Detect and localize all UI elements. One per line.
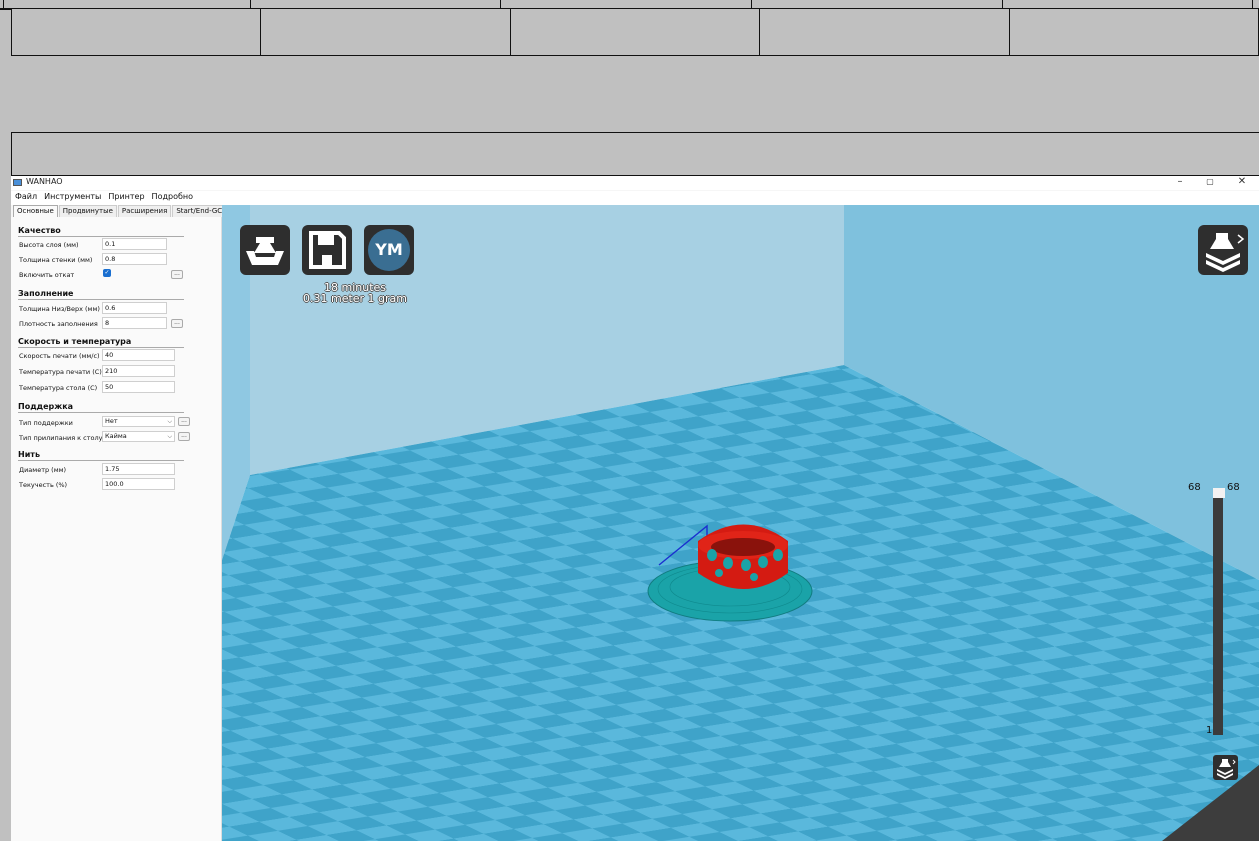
model-hole xyxy=(723,557,733,569)
bed-temp-field[interactable]: 50 xyxy=(102,381,175,393)
frame-cell xyxy=(12,9,262,55)
bottom-top-label: Толщина Низ/Верх (мм) xyxy=(19,305,100,313)
fill-density-field[interactable]: 8 xyxy=(102,317,167,329)
adhesion-value: Кайма xyxy=(105,432,127,440)
model-hole xyxy=(750,573,758,581)
window-title: WANHAO xyxy=(26,177,63,186)
tab-basic[interactable]: Основные xyxy=(13,205,58,217)
layer-slider-handle[interactable] xyxy=(1213,488,1225,498)
bed-temp-label: Температура стола (C) xyxy=(19,384,98,392)
frame-tick xyxy=(1252,0,1253,9)
layer-view-toggle-button[interactable] xyxy=(1213,755,1238,780)
save-icon xyxy=(309,231,346,269)
ym-logo-icon: YM xyxy=(368,229,410,271)
section-divider xyxy=(18,236,184,237)
frame-box xyxy=(11,132,1259,176)
print-speed-label: Скорость печати (мм/с) xyxy=(19,352,100,360)
layer-current-label: 68 xyxy=(1227,482,1240,493)
retraction-more-button[interactable]: ... xyxy=(171,270,183,279)
support-type-label: Тип поддержки xyxy=(19,419,73,427)
section-divider xyxy=(18,412,184,413)
model-hole xyxy=(715,569,723,577)
app-icon xyxy=(13,179,22,186)
support-type-value: Нет xyxy=(105,417,118,425)
diameter-field[interactable]: 1.75 xyxy=(102,463,175,475)
print-viewport[interactable]: YM 18 minutes 0.31 meter 1 gram 68 68 1 xyxy=(222,205,1259,841)
model-hole xyxy=(758,556,768,568)
fill-density-label: Плотность заполнения xyxy=(19,320,98,328)
frame-cell xyxy=(1009,9,1259,55)
adhesion-select[interactable]: Кайма ⌵ xyxy=(102,431,175,442)
layers-icon xyxy=(1217,759,1236,779)
minimize-button[interactable]: – xyxy=(1171,176,1189,188)
chevron-down-icon: ⌵ xyxy=(167,418,172,425)
model-ring-inner xyxy=(711,538,775,556)
outer-frame xyxy=(0,0,1259,176)
print-material: 0.31 meter 1 gram xyxy=(302,292,408,305)
section-divider xyxy=(18,460,184,461)
layer-top-label: 68 xyxy=(1188,482,1201,493)
section-fill-title: Заполнение xyxy=(18,289,74,298)
retraction-checkbox[interactable]: ✓ xyxy=(103,269,111,277)
support-type-select[interactable]: Нет ⌵ xyxy=(102,416,175,427)
menu-printer[interactable]: Принтер xyxy=(108,191,144,204)
flow-label: Текучесть (%) xyxy=(19,481,68,489)
adhesion-more-button[interactable]: ... xyxy=(178,432,190,441)
tab-plugins[interactable]: Расширения xyxy=(117,205,172,217)
frame-tick xyxy=(500,0,501,9)
title-bar: WANHAO – ▢ ✕ xyxy=(11,176,1259,190)
model-hole xyxy=(741,559,751,571)
frame-left-edge xyxy=(0,176,11,841)
support-more-button[interactable]: ... xyxy=(178,417,190,426)
print-temp-field[interactable]: 210 xyxy=(102,365,175,377)
print-temp-label: Температура печати (C) xyxy=(19,368,102,376)
model-hole xyxy=(707,549,717,561)
print-speed-field[interactable]: 40 xyxy=(102,349,175,361)
frame-cell xyxy=(510,9,761,55)
diameter-label: Диаметр (мм) xyxy=(19,466,67,474)
settings-tabs: Основные Продвинутые Расширения Start/En… xyxy=(13,205,240,217)
section-filament-title: Нить xyxy=(18,450,40,459)
retraction-label: Включить откат xyxy=(19,271,75,279)
layer-slider-track[interactable] xyxy=(1213,490,1223,735)
bottom-top-field[interactable]: 0.6 xyxy=(102,302,167,314)
flow-field[interactable]: 100.0 xyxy=(102,478,175,490)
load-model-icon xyxy=(246,237,284,265)
section-speed-title: Скорость и температура xyxy=(18,337,132,346)
model-hole xyxy=(773,549,783,561)
section-support-title: Поддержка xyxy=(18,402,74,411)
chevron-down-icon: ⌵ xyxy=(167,433,172,440)
frame-cells xyxy=(11,9,1259,56)
app-window: WANHAO – ▢ ✕ Файл Инструменты Принтер По… xyxy=(11,176,1259,841)
close-button[interactable]: ✕ xyxy=(1233,176,1251,188)
view-mode-button[interactable] xyxy=(1198,225,1248,275)
section-divider xyxy=(18,299,184,300)
frame-tick xyxy=(3,0,4,9)
wall-thickness-field[interactable]: 0.8 xyxy=(102,253,167,265)
maximize-button[interactable]: ▢ xyxy=(1201,176,1219,188)
frame-cell xyxy=(760,9,1010,55)
layers-view-icon xyxy=(1206,233,1245,272)
frame-tick xyxy=(751,0,752,9)
frame-tick xyxy=(1002,0,1003,9)
frame-cell xyxy=(261,9,511,55)
section-quality-title: Качество xyxy=(18,226,61,235)
layer-bottom-label: 1 xyxy=(1206,725,1213,736)
layer-height-label: Высота слоя (мм) xyxy=(19,241,79,249)
wall-thickness-label: Толщина стенки (мм) xyxy=(19,256,93,264)
frame-tick xyxy=(250,0,251,9)
menu-file[interactable]: Файл xyxy=(15,191,37,204)
tab-advanced[interactable]: Продвинутые xyxy=(58,205,117,217)
menu-details[interactable]: Подробно xyxy=(152,191,193,204)
section-divider xyxy=(18,347,184,348)
fill-more-button[interactable]: ... xyxy=(171,319,183,328)
adhesion-label: Тип прилипания к столу xyxy=(19,434,103,442)
layer-height-field[interactable]: 0.1 xyxy=(102,238,167,250)
menu-tools[interactable]: Инструменты xyxy=(44,191,101,204)
ym-button[interactable]: YM xyxy=(364,225,414,275)
save-gcode-button[interactable] xyxy=(302,225,352,275)
load-model-button[interactable] xyxy=(240,225,290,275)
menu-bar: Файл Инструменты Принтер Подробно xyxy=(11,191,222,204)
settings-panel: Качество Высота слоя (мм) 0.1 Толщина ст… xyxy=(11,217,222,841)
